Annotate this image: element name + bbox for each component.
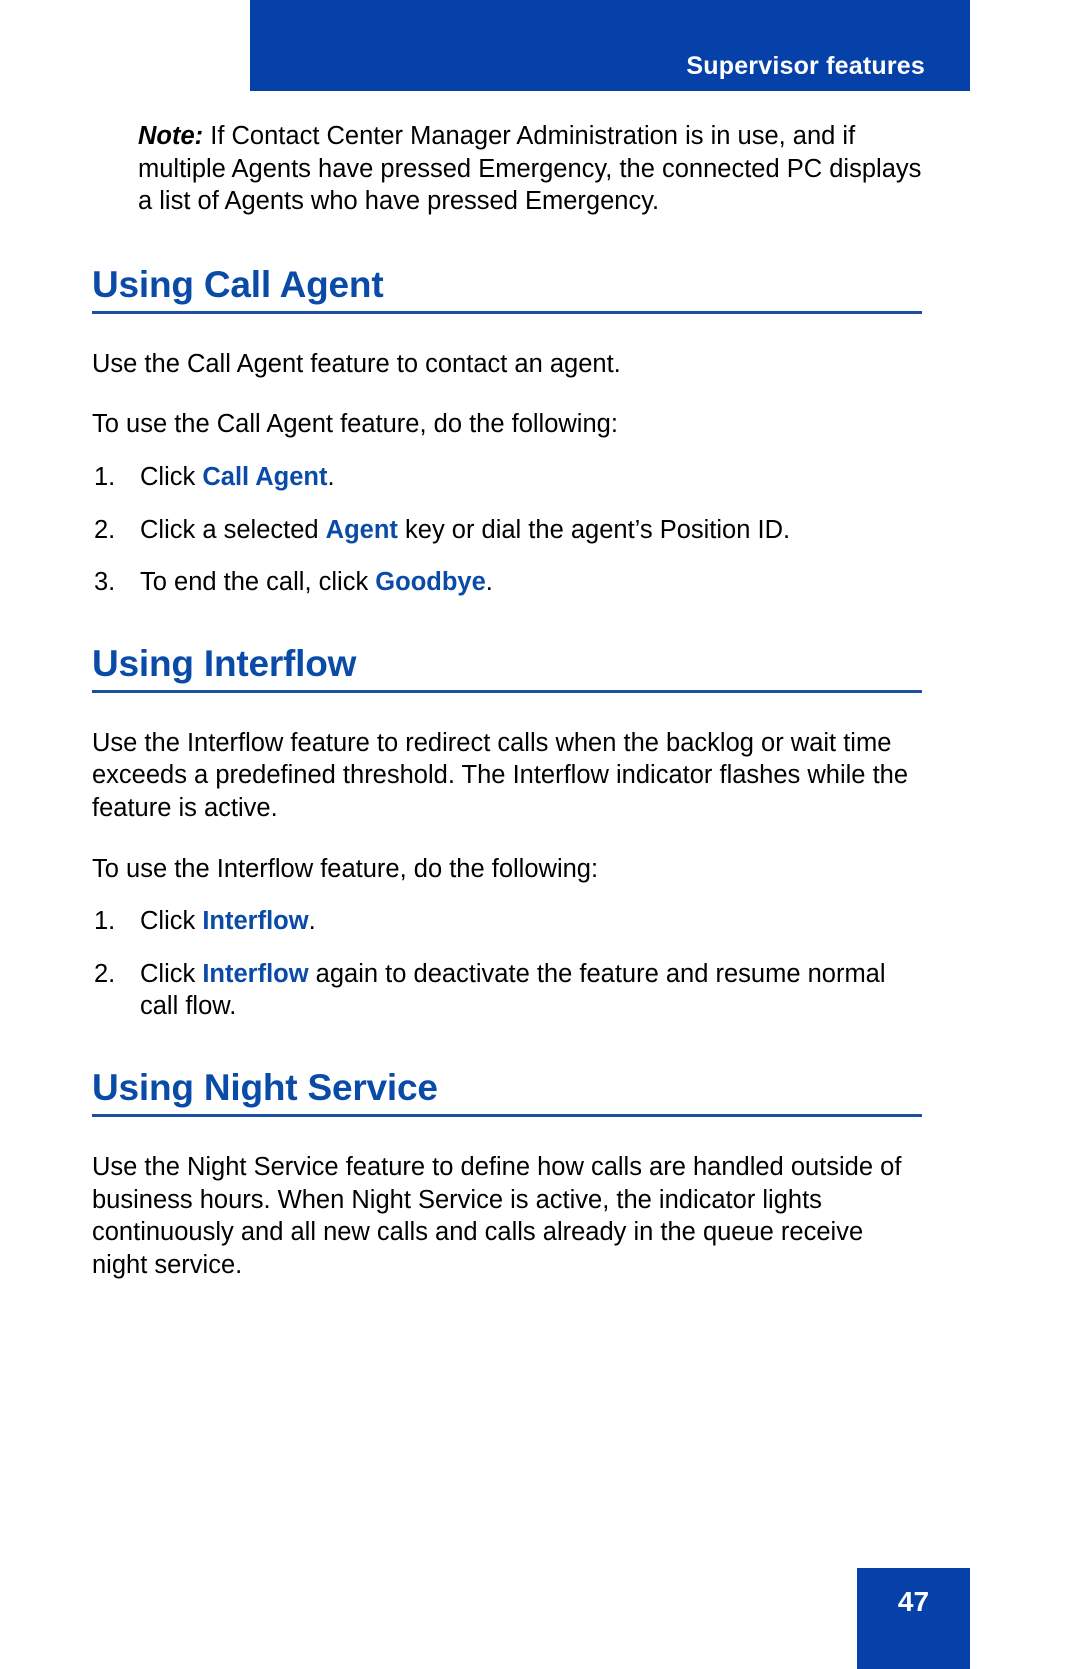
section-heading-using-call-agent: Using Call Agent xyxy=(92,263,384,305)
section-intro-paragraph: Use the Interflow feature to redirect ca… xyxy=(92,728,909,822)
step-list: 1. Click Interflow. 2. Click Interflow aga… xyxy=(92,905,922,1023)
step-text-before: Click xyxy=(140,907,203,936)
section-heading-using-interflow: Using Interflow xyxy=(92,642,357,684)
step-text-after: . xyxy=(327,462,335,491)
section-lead-in: To use the Call Agent feature, do the fo… xyxy=(92,410,618,439)
feature-key-interflow[interactable]: Interflow xyxy=(202,960,308,988)
section-using-night-service: Using Night Service Use the Night Servic… xyxy=(92,1067,922,1281)
page-number: 47 xyxy=(897,1586,930,1617)
feature-key-goodbye[interactable]: Goodbye xyxy=(375,568,486,596)
note-label: Note: xyxy=(138,122,204,150)
step-text-before: Click xyxy=(140,959,203,988)
note-block: Note: If Contact Center Manager Administ… xyxy=(92,120,922,218)
step-text-before: Click a selected xyxy=(140,515,326,544)
section-heading-using-night-service: Using Night Service xyxy=(92,1067,438,1109)
step-text-after: key or dial the agent’s Position ID. xyxy=(397,515,791,544)
list-item: 1. Click Call Agent. xyxy=(92,461,922,494)
step-number: 2. xyxy=(94,959,116,988)
step-number: 1. xyxy=(94,462,116,491)
step-number: 3. xyxy=(94,568,116,597)
footer-page-block: 47 xyxy=(857,1568,970,1669)
section-intro-paragraph: Use the Call Agent feature to contact an… xyxy=(92,349,621,378)
step-list: 1. Click Call Agent. 2. Click a selected A… xyxy=(92,461,922,599)
note-text: If Contact Center Manager Administration… xyxy=(138,122,922,216)
step-number: 2. xyxy=(94,515,116,544)
section-using-interflow: Using Interflow Use the Interflow featur… xyxy=(92,642,922,1023)
feature-key-agent[interactable]: Agent xyxy=(326,516,398,544)
section-using-call-agent: Using Call Agent Use the Call Agent feat… xyxy=(92,263,922,599)
section-intro-paragraph: Use the Night Service feature to define … xyxy=(92,1152,902,1279)
feature-key-call-agent[interactable]: Call Agent xyxy=(202,463,327,491)
step-text-before: To end the call, click xyxy=(140,568,376,597)
list-item: 3. To end the call, click Goodbye. xyxy=(92,566,922,599)
step-text-after: . xyxy=(485,568,493,597)
page-header-title: Supervisor features xyxy=(686,52,925,80)
page-content: Note: If Contact Center Manager Administ… xyxy=(92,120,922,1281)
page-header-bar: Supervisor features xyxy=(250,0,970,91)
step-number: 1. xyxy=(94,907,116,936)
section-lead-in: To use the Interflow feature, do the fol… xyxy=(92,854,599,883)
step-text-after: . xyxy=(308,907,316,936)
feature-key-interflow[interactable]: Interflow xyxy=(202,907,308,935)
list-item: 1. Click Interflow. xyxy=(92,905,922,938)
list-item: 2. Click a selected Agent key or dial the… xyxy=(92,514,922,547)
list-item: 2. Click Interflow again to deactivate th… xyxy=(92,958,922,1023)
step-text-before: Click xyxy=(140,462,203,491)
